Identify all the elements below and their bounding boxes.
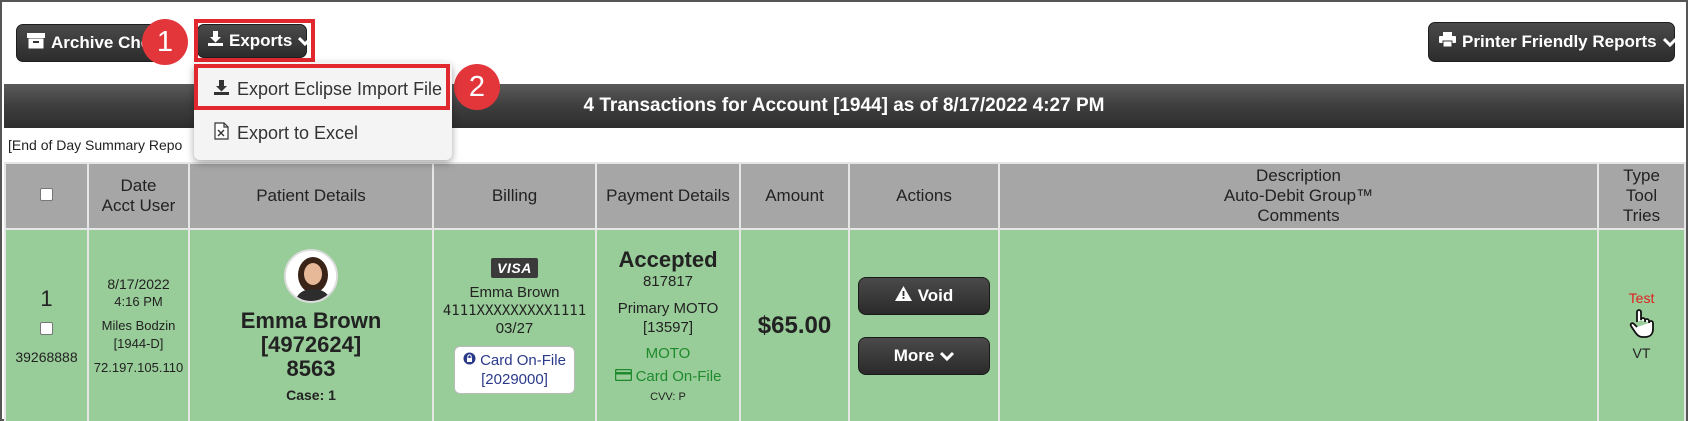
void-button[interactable]: Void — [858, 276, 990, 315]
patient-details-cell: Emma Brown [4972624] 8563 Case: 1 — [188, 228, 434, 421]
type-header: Type Tool Tries — [1597, 162, 1686, 230]
end-of-day-summary-link[interactable]: [End of Day Summary Repo — [8, 137, 182, 153]
printer-friendly-reports-button[interactable]: Printer Friendly Reports — [1428, 22, 1677, 62]
archive-label: Archive Che — [51, 33, 151, 52]
ip-address: 72.197.105.110 — [93, 359, 184, 375]
card-on-file-id: [2029000] — [481, 370, 548, 388]
card-holder: Emma Brown — [469, 283, 560, 301]
billing-cell: VISA Emma Brown 4111XXXXXXXXX1111 03/27 … — [432, 228, 597, 421]
archive-icon — [27, 32, 45, 54]
lock-icon — [463, 351, 476, 370]
menu-item-export-excel[interactable]: Export to Excel — [194, 110, 452, 156]
printer-icon — [1439, 32, 1456, 52]
processor-name: Primary MOTO — [617, 300, 719, 317]
credit-card-icon — [614, 368, 632, 385]
table-header-row: Date Acct User Patient Details Billing Pa… — [4, 162, 1686, 230]
date-cell: 8/17/2022 4:16 PM Miles Bodzin [1944-D] … — [87, 228, 190, 421]
processor-id: [13597] — [642, 319, 694, 336]
table-row: 1 39268888 8/17/2022 4:16 PM Miles Bodzi… — [4, 228, 1686, 421]
row-number: 1 — [40, 285, 53, 311]
amount-cell: $65.00 — [739, 228, 850, 421]
billing-header: Billing — [432, 162, 597, 230]
acct-user-id: [1944-D] — [113, 335, 164, 351]
actions-header: Actions — [848, 162, 1000, 230]
exports-highlight-box — [194, 19, 315, 62]
actions-cell: Void More — [848, 228, 1000, 421]
card-on-file-status: Card On-File — [597, 368, 739, 385]
visa-card-icon: VISA — [491, 257, 538, 278]
chevron-down-icon — [1662, 32, 1677, 52]
payment-details-header: Payment Details — [595, 162, 741, 230]
payment-details-cell: Accepted 817817 Primary MOTO [13597] MOT… — [595, 228, 741, 421]
printer-label: Printer Friendly Reports — [1462, 32, 1657, 51]
status-badge: Accepted — [618, 247, 718, 272]
acct-user-name: Miles Bodzin — [101, 317, 176, 333]
cvv-result: CVV: P — [650, 391, 686, 403]
patient-code: 8563 — [286, 355, 336, 381]
menu-item-label: Export to Excel — [237, 122, 359, 143]
row-checkbox[interactable] — [40, 321, 53, 335]
description-header: Description Auto-Debit Group™ Comments — [998, 162, 1599, 230]
export-eclipse-highlight-box — [194, 64, 450, 110]
step-badge-2: 2 — [454, 64, 500, 110]
date-header: Date Acct User — [87, 162, 190, 230]
patient-name[interactable]: Emma Brown [4972624] — [190, 308, 432, 357]
card-on-file-label: Card On-File — [480, 351, 566, 369]
transaction-time: 4:16 PM — [114, 293, 163, 309]
hand-pointer-icon — [1599, 308, 1684, 343]
patient-details-header: Patient Details — [188, 162, 434, 230]
avatar[interactable] — [284, 248, 338, 303]
case-number: Case: 1 — [286, 386, 336, 403]
row-select-cell: 1 39268888 — [4, 228, 89, 421]
amount-header: Amount — [739, 162, 850, 230]
more-label: More — [893, 345, 935, 365]
type-test-link[interactable]: Test — [1599, 290, 1684, 306]
transaction-id: 39268888 — [15, 348, 78, 365]
select-all-checkbox[interactable] — [40, 188, 53, 201]
warning-icon — [894, 285, 912, 306]
card-on-file-badge[interactable]: Card On-File [2029000] — [454, 345, 575, 394]
select-all-header — [4, 162, 89, 230]
entry-mode: MOTO — [645, 345, 691, 362]
chevron-down-icon — [940, 346, 955, 366]
card-number: 4111XXXXXXXXX1111 — [442, 302, 587, 319]
transaction-date: 8/17/2022 — [107, 275, 170, 292]
excel-file-icon — [214, 121, 229, 145]
transactions-table: Date Acct User Patient Details Billing Pa… — [4, 162, 1686, 421]
type-cell: Test VT — [1597, 228, 1686, 421]
more-button[interactable]: More — [858, 336, 990, 375]
tool-label: VT — [1632, 345, 1651, 361]
transactions-title: 4 Transactions for Account [1944] as of … — [583, 95, 1105, 116]
transaction-amount: $65.00 — [757, 311, 832, 339]
auth-code: 817817 — [642, 273, 694, 290]
description-cell — [998, 228, 1599, 421]
step-badge-1: 1 — [142, 19, 188, 65]
card-expiry: 03/27 — [495, 319, 534, 337]
void-label: Void — [917, 285, 954, 305]
